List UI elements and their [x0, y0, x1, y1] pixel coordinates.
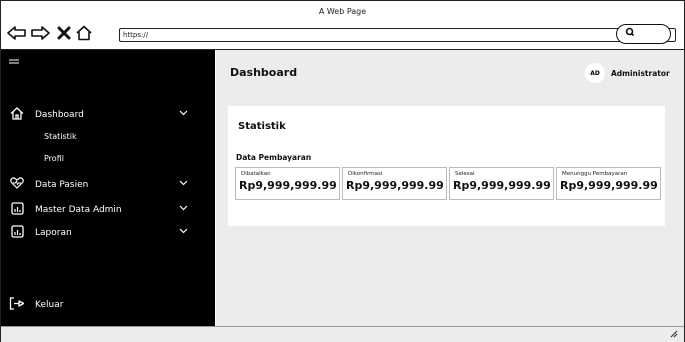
header-bar: Dashboard AD Administrator	[216, 50, 684, 94]
stat-label: Dikonfirmasi	[348, 171, 383, 177]
forward-arrow-icon[interactable]	[30, 23, 50, 43]
chevron-down-icon[interactable]	[179, 109, 188, 119]
user-name[interactable]: Administrator	[611, 69, 670, 78]
stat-value: Rp9,999,999.99	[239, 179, 337, 192]
sidebar: Dashboard Statistik Profil Data Pasien M…	[1, 50, 215, 326]
home-icon[interactable]	[74, 23, 94, 43]
heart-icon	[7, 177, 27, 192]
logout-label: Keluar	[35, 300, 64, 310]
sidebar-subitem-statistik[interactable]: Statistik	[44, 132, 77, 141]
sidebar-item-laporan[interactable]: Laporan	[7, 225, 72, 241]
resize-grip-icon[interactable]	[669, 329, 678, 341]
stat-value: Rp9,999,999.99	[560, 179, 658, 192]
section-title: Data Pembayaran	[236, 153, 312, 162]
sidebar-item-label: Data Pasien	[35, 179, 89, 190]
card-title: Statistik	[238, 121, 286, 132]
logout-button[interactable]: Keluar	[7, 297, 63, 313]
sidebar-item-label: Master Data Admin	[35, 205, 122, 215]
search-button[interactable]	[616, 24, 671, 44]
logout-icon	[7, 297, 27, 313]
stat-label: Selesai	[455, 171, 475, 177]
window-title: A Web Page	[318, 7, 367, 16]
stat-box-dikonfirmasi: Dikonfirmasi Rp9,999,999.99	[342, 167, 447, 200]
sidebar-subitem-profil[interactable]: Profil	[44, 154, 64, 163]
sidebar-item-label: Laporan	[35, 228, 72, 238]
sidebar-item-data-pasien[interactable]: Data Pasien	[7, 177, 88, 192]
close-x-icon[interactable]	[54, 23, 74, 43]
main-content: Statistik Data Pembayaran Dibatalkan Rp9…	[216, 94, 684, 326]
page-title: Dashboard	[230, 66, 298, 79]
url-bar[interactable]: https://	[119, 28, 676, 42]
stat-value: Rp9,999,999.99	[453, 179, 551, 192]
sidebar-item-label: Dashboard	[35, 110, 84, 120]
home-icon	[7, 107, 27, 123]
stat-box-selesai: Selesai Rp9,999,999.99	[449, 167, 554, 200]
avatar[interactable]: AD	[585, 63, 605, 83]
chevron-down-icon[interactable]	[179, 204, 188, 214]
status-bar	[1, 326, 684, 342]
stat-label: Dibatalkan	[241, 171, 271, 177]
statistik-card: Statistik Data Pembayaran Dibatalkan Rp9…	[228, 106, 665, 226]
sidebar-item-master-data-admin[interactable]: Master Data Admin	[7, 202, 122, 218]
stat-value: Rp9,999,999.99	[346, 179, 444, 192]
stat-label: Menunggu Pembayaran	[562, 171, 628, 177]
stat-box-dibatalkan: Dibatalkan Rp9,999,999.99	[235, 167, 340, 200]
chevron-down-icon[interactable]	[179, 179, 188, 189]
browser-window: A Web Page https:// Dashboard Statistik …	[0, 0, 685, 342]
sidebar-item-dashboard[interactable]: Dashboard	[7, 107, 84, 123]
chevron-down-icon[interactable]	[179, 227, 188, 237]
hamburger-icon[interactable]	[9, 56, 19, 70]
chart-icon	[7, 225, 27, 241]
stat-box-menunggu-pembayaran: Menunggu Pembayaran Rp9,999,999.99	[556, 167, 661, 200]
back-arrow-icon[interactable]	[7, 23, 27, 43]
chart-icon	[7, 202, 27, 218]
browser-toolbar: A Web Page https://	[1, 1, 684, 50]
search-icon	[625, 27, 635, 40]
url-text: https://	[123, 31, 149, 39]
